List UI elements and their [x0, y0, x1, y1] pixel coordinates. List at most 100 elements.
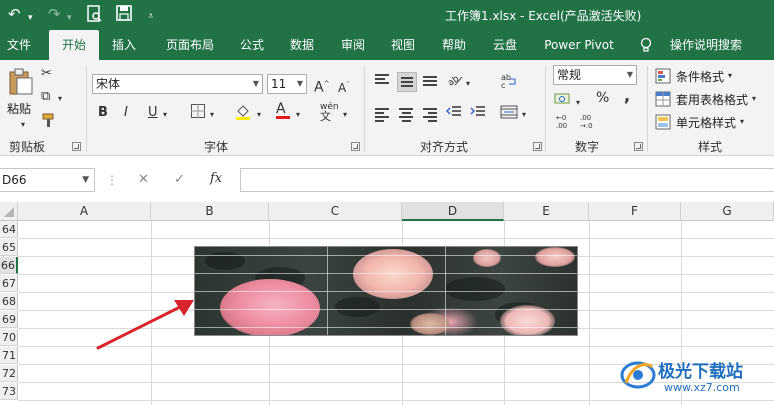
column-header[interactable]: D	[402, 202, 504, 221]
print-preview-icon[interactable]	[87, 5, 103, 27]
tab-help[interactable]: 帮助	[434, 30, 474, 60]
cancel-icon[interactable]: ✕	[138, 172, 149, 188]
tab-data[interactable]: 数据	[282, 30, 322, 60]
tab-formulas[interactable]: 公式	[232, 30, 272, 60]
accounting-dropdown-icon[interactable]: ▾	[576, 95, 580, 111]
decrease-decimal-icon[interactable]: .00 →.0	[580, 114, 593, 130]
number-format-select[interactable]: 常规 ▼	[553, 65, 637, 85]
align-left-icon[interactable]	[375, 108, 389, 122]
clipboard-launcher-icon[interactable]	[72, 142, 81, 151]
bold-icon[interactable]: B	[98, 105, 108, 121]
align-middle-icon[interactable]	[397, 72, 417, 92]
column-header[interactable]: A	[18, 202, 151, 221]
name-box[interactable]: D66 ▼	[0, 168, 95, 192]
number-launcher-icon[interactable]	[634, 142, 643, 151]
column-header[interactable]: E	[504, 202, 589, 221]
increase-decimal-icon[interactable]: ←0.00	[556, 114, 567, 130]
tab-file[interactable]: 文件	[0, 30, 38, 60]
orientation-dropdown-icon[interactable]: ▾	[466, 76, 470, 92]
rose-picture[interactable]	[194, 246, 578, 336]
row-header[interactable]: 71	[0, 347, 18, 364]
font-launcher-icon[interactable]	[351, 142, 360, 151]
alignment-launcher-icon[interactable]	[533, 142, 542, 151]
row-header[interactable]: 64	[0, 221, 18, 238]
formula-input[interactable]	[240, 168, 774, 192]
row-header[interactable]: 68	[0, 293, 18, 310]
conditional-formatting-icon[interactable]	[655, 68, 671, 89]
paste-icon[interactable]	[8, 68, 34, 101]
row-header[interactable]: 70	[0, 329, 18, 346]
enter-icon[interactable]: ✓	[174, 172, 185, 188]
percent-icon[interactable]: %	[596, 90, 609, 106]
undo-dropdown-icon[interactable]: ▾	[28, 9, 33, 27]
phonetic-guide-icon[interactable]: wén 文	[320, 102, 339, 123]
font-color-dropdown-icon[interactable]: ▾	[296, 107, 300, 123]
save-icon[interactable]	[116, 5, 132, 25]
cell-styles-button[interactable]: 单元格样式	[676, 114, 736, 131]
phonetic-dropdown-icon[interactable]: ▾	[343, 107, 347, 123]
paste-dropdown-icon[interactable]: ▾	[21, 117, 25, 133]
redo-icon[interactable]: ↷	[48, 5, 61, 23]
font-color-icon[interactable]: A	[276, 101, 290, 119]
redo-dropdown-icon[interactable]: ▾	[67, 9, 72, 27]
font-size-select[interactable]: 11 ▼	[267, 74, 307, 94]
conditional-formatting-dropdown-icon[interactable]: ▾	[728, 68, 732, 84]
shrink-font-icon[interactable]: Aˇ	[338, 77, 350, 96]
undo-icon[interactable]: ↶	[8, 5, 21, 23]
column-header[interactable]: B	[151, 202, 269, 221]
row-header[interactable]: 69	[0, 311, 18, 328]
row-header[interactable]: 73	[0, 383, 18, 400]
copy-icon[interactable]: ⧉	[41, 89, 50, 105]
orientation-icon[interactable]: ab	[446, 72, 464, 93]
grow-font-icon[interactable]: A^	[314, 76, 329, 96]
row-header[interactable]: 67	[0, 275, 18, 292]
tab-insert[interactable]: 插入	[104, 30, 144, 60]
align-bottom-icon[interactable]	[423, 76, 437, 88]
row-header[interactable]: 66	[0, 257, 18, 274]
align-center-icon[interactable]	[399, 108, 413, 122]
conditional-formatting-button[interactable]: 条件格式	[676, 68, 724, 85]
italic-icon[interactable]: I	[124, 105, 128, 121]
copy-dropdown-icon[interactable]: ▾	[58, 91, 62, 107]
format-painter-icon[interactable]	[41, 112, 57, 133]
comma-style-icon[interactable]: ,	[624, 88, 630, 104]
tab-cloud[interactable]: 云盘	[485, 30, 525, 60]
format-as-table-button[interactable]: 套用表格格式	[676, 91, 748, 108]
tab-review[interactable]: 审阅	[333, 30, 373, 60]
select-all-corner[interactable]	[0, 202, 18, 221]
align-top-icon[interactable]	[375, 74, 389, 86]
underline-icon[interactable]: U	[148, 105, 158, 121]
tell-me-search[interactable]: 操作说明搜索	[664, 30, 748, 60]
column-header[interactable]: C	[269, 202, 402, 221]
merge-center-icon[interactable]	[500, 104, 518, 125]
tab-home[interactable]: 开始	[49, 30, 99, 60]
wrap-text-icon[interactable]: ab c	[500, 72, 518, 95]
cell-styles-dropdown-icon[interactable]: ▾	[740, 114, 744, 130]
column-header[interactable]: G	[681, 202, 774, 221]
paste-label[interactable]: 粘贴	[7, 100, 31, 117]
customize-qat-icon[interactable]: ⩡	[148, 8, 154, 26]
cut-icon[interactable]: ✂	[41, 66, 52, 82]
chevron-down-icon[interactable]: ▼	[82, 169, 89, 191]
column-header[interactable]: F	[589, 202, 681, 221]
cell-styles-icon[interactable]	[655, 114, 671, 135]
format-as-table-icon[interactable]	[655, 91, 671, 112]
underline-dropdown-icon[interactable]: ▾	[163, 107, 167, 123]
format-as-table-dropdown-icon[interactable]: ▾	[752, 91, 756, 107]
row-header[interactable]: 65	[0, 239, 18, 256]
tab-page-layout[interactable]: 页面布局	[158, 30, 222, 60]
row-header[interactable]: 72	[0, 365, 18, 382]
borders-dropdown-icon[interactable]: ▾	[210, 107, 214, 123]
merge-dropdown-icon[interactable]: ▾	[522, 107, 526, 123]
insert-function-icon[interactable]: fx	[210, 171, 222, 187]
font-family-select[interactable]: 宋体 ▼	[92, 74, 263, 94]
accounting-format-icon[interactable]	[554, 91, 574, 112]
borders-icon[interactable]	[190, 103, 206, 124]
decrease-indent-icon[interactable]	[446, 105, 462, 124]
tab-power-pivot[interactable]: Power Pivot	[538, 30, 620, 60]
tab-view[interactable]: 视图	[383, 30, 423, 60]
align-right-icon[interactable]	[423, 108, 437, 122]
increase-indent-icon[interactable]	[470, 105, 486, 124]
fill-color-dropdown-icon[interactable]: ▾	[257, 107, 261, 123]
fill-color-icon[interactable]	[234, 103, 252, 126]
